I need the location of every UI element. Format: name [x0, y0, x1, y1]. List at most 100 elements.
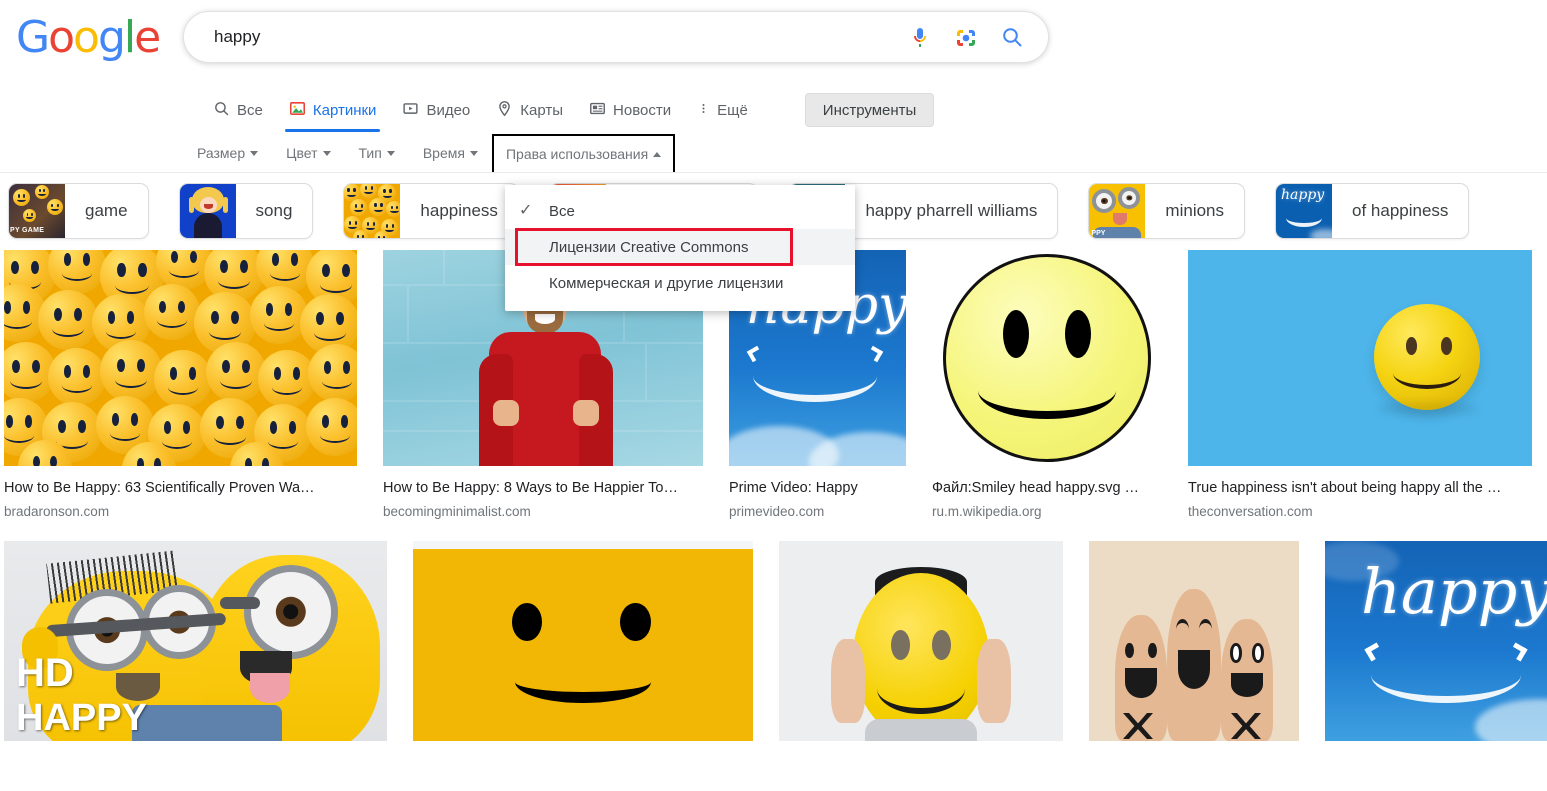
result-domain: theconversation.com [1188, 504, 1313, 519]
chip-thumbnail: PPY [1089, 184, 1146, 238]
tools-button[interactable]: Инструменты [804, 93, 935, 127]
result-title[interactable]: How to Be Happy: 8 Ways to Be Happier To… [383, 480, 703, 496]
logo-letter: l [123, 12, 136, 63]
result-domain: ru.m.wikipedia.org [932, 504, 1042, 519]
result-title[interactable]: How to Be Happy: 63 Scientifically Prove… [4, 480, 357, 496]
chip-label: song [255, 201, 293, 220]
chip-label: game [85, 201, 128, 220]
filter-type[interactable]: Тип [345, 135, 409, 171]
tab-video[interactable]: Видео [389, 88, 483, 132]
google-lens-icon[interactable] [954, 25, 978, 49]
image-icon [289, 100, 306, 121]
dropdown-option-commercial[interactable]: Коммерческая и другие лицензии [505, 265, 855, 301]
result-thumbnail[interactable] [1089, 541, 1299, 741]
result-domain: becomingminimalist.com [383, 504, 531, 519]
result-thumbnail[interactable] [413, 541, 753, 741]
image-filter-row: Размер Цвет Тип Время Права использовани… [0, 134, 1547, 172]
dropdown-option-label: Коммерческая и другие лицензии [549, 274, 784, 292]
page-header: Google [0, 0, 1547, 88]
result-title[interactable]: Prime Video: Happy [729, 480, 906, 496]
chip-label: minions [1165, 201, 1225, 220]
logo-letter: e [134, 12, 161, 63]
chip-thumbnail [179, 184, 236, 238]
result-card[interactable]: Файл:Smiley head happy.svg … ru.m.wikipe… [932, 250, 1162, 519]
magnifier-icon [213, 100, 230, 121]
logo-letter: g [97, 12, 126, 63]
result-card[interactable]: True happiness isn't about being happy a… [1188, 250, 1532, 519]
filter-label: Размер [197, 145, 246, 161]
tab-label: Все [237, 101, 263, 119]
chevron-down-icon [250, 150, 259, 156]
tab-label: Видео [426, 101, 471, 119]
tab-images[interactable]: Картинки [276, 88, 390, 132]
dropdown-option-creative-commons[interactable]: Лицензии Creative Commons [505, 228, 855, 266]
video-icon [402, 100, 419, 121]
result-card[interactable]: happy [1325, 541, 1547, 741]
chip-label: of happiness [1352, 201, 1449, 220]
result-thumbnail[interactable] [932, 250, 1162, 466]
tab-news[interactable]: Новости [576, 88, 684, 132]
tab-maps[interactable]: Карты [483, 88, 576, 132]
filter-color[interactable]: Цвет [272, 135, 344, 171]
search-icon[interactable] [1000, 25, 1024, 49]
logo-letter: o [73, 12, 100, 63]
dropdown-option-all[interactable]: ✓ Все [505, 193, 855, 229]
logo-letter: G [16, 12, 50, 63]
result-card[interactable] [779, 541, 1063, 741]
result-thumbnail[interactable] [779, 541, 1063, 741]
chevron-down-icon [469, 150, 478, 156]
more-vertical-icon [697, 100, 710, 121]
logo-letter: o [48, 12, 75, 63]
result-thumbnail[interactable]: HD HAPPY [4, 541, 387, 741]
chip-song[interactable]: song [178, 183, 314, 239]
usage-rights-dropdown: ✓ Все Лицензии Creative Commons Коммерче… [505, 185, 855, 311]
results-row-2: HD HAPPY happy [4, 541, 1547, 741]
result-thumbnail[interactable] [1188, 250, 1532, 466]
chip-happiness[interactable]: happiness [343, 183, 519, 239]
check-icon: ✓ [519, 202, 533, 219]
filter-size[interactable]: Размер [183, 135, 272, 171]
search-input[interactable] [184, 17, 908, 57]
microphone-icon[interactable] [908, 25, 932, 49]
search-nav-tabs: Все Картинки Видео Карты Новости Ещё Инс… [0, 88, 1547, 134]
image-results: How to Be Happy: 63 Scientifically Prove… [0, 250, 1547, 741]
chip-game[interactable]: PY GAME game [8, 183, 149, 239]
chip-thumbnail: happy [1276, 184, 1333, 238]
tab-label: Новости [613, 101, 672, 119]
tab-label: Карты [520, 101, 564, 119]
tab-more[interactable]: Ещё [684, 88, 761, 132]
result-card[interactable]: HD HAPPY [4, 541, 387, 741]
filter-label: Права использования [505, 146, 649, 162]
filter-time[interactable]: Время [409, 135, 492, 171]
search-bar-actions [908, 25, 1048, 49]
dropdown-option-label: Лицензии Creative Commons [549, 238, 749, 256]
result-card[interactable]: How to Be Happy: 63 Scientifically Prove… [4, 250, 357, 519]
search-bar[interactable] [183, 11, 1049, 63]
filter-usage-rights[interactable]: Права использования [491, 134, 676, 172]
filter-label: Время [422, 145, 465, 161]
tab-label: Ещё [717, 101, 748, 119]
chevron-down-icon [322, 150, 331, 156]
result-title[interactable]: True happiness isn't about being happy a… [1188, 480, 1532, 496]
chip-label: happy pharrell williams [865, 201, 1038, 220]
result-thumbnail[interactable]: happy [1325, 541, 1547, 741]
result-title[interactable]: Файл:Smiley head happy.svg … [932, 480, 1162, 496]
chip-thumbnail: PY GAME [9, 184, 65, 238]
result-domain: bradaronson.com [4, 504, 110, 519]
result-card[interactable] [413, 541, 753, 741]
filter-label: Тип [358, 145, 382, 161]
google-logo[interactable]: Google [16, 12, 161, 63]
result-domain: primevideo.com [729, 504, 825, 519]
chip-label: happiness [420, 201, 498, 220]
chevron-down-icon [386, 150, 395, 156]
chevron-up-icon [653, 151, 662, 157]
tab-all[interactable]: Все [200, 88, 276, 132]
result-card[interactable] [1089, 541, 1299, 741]
result-thumbnail[interactable] [4, 250, 357, 466]
tab-label: Картинки [312, 101, 377, 119]
chip-of-happiness[interactable]: happy of happiness [1275, 183, 1470, 239]
tab-list: Все Картинки Видео Карты Новости Ещё [200, 88, 761, 132]
map-pin-icon [496, 100, 513, 121]
chip-minions[interactable]: PPY minions [1088, 183, 1246, 239]
filter-label: Цвет [286, 145, 318, 161]
